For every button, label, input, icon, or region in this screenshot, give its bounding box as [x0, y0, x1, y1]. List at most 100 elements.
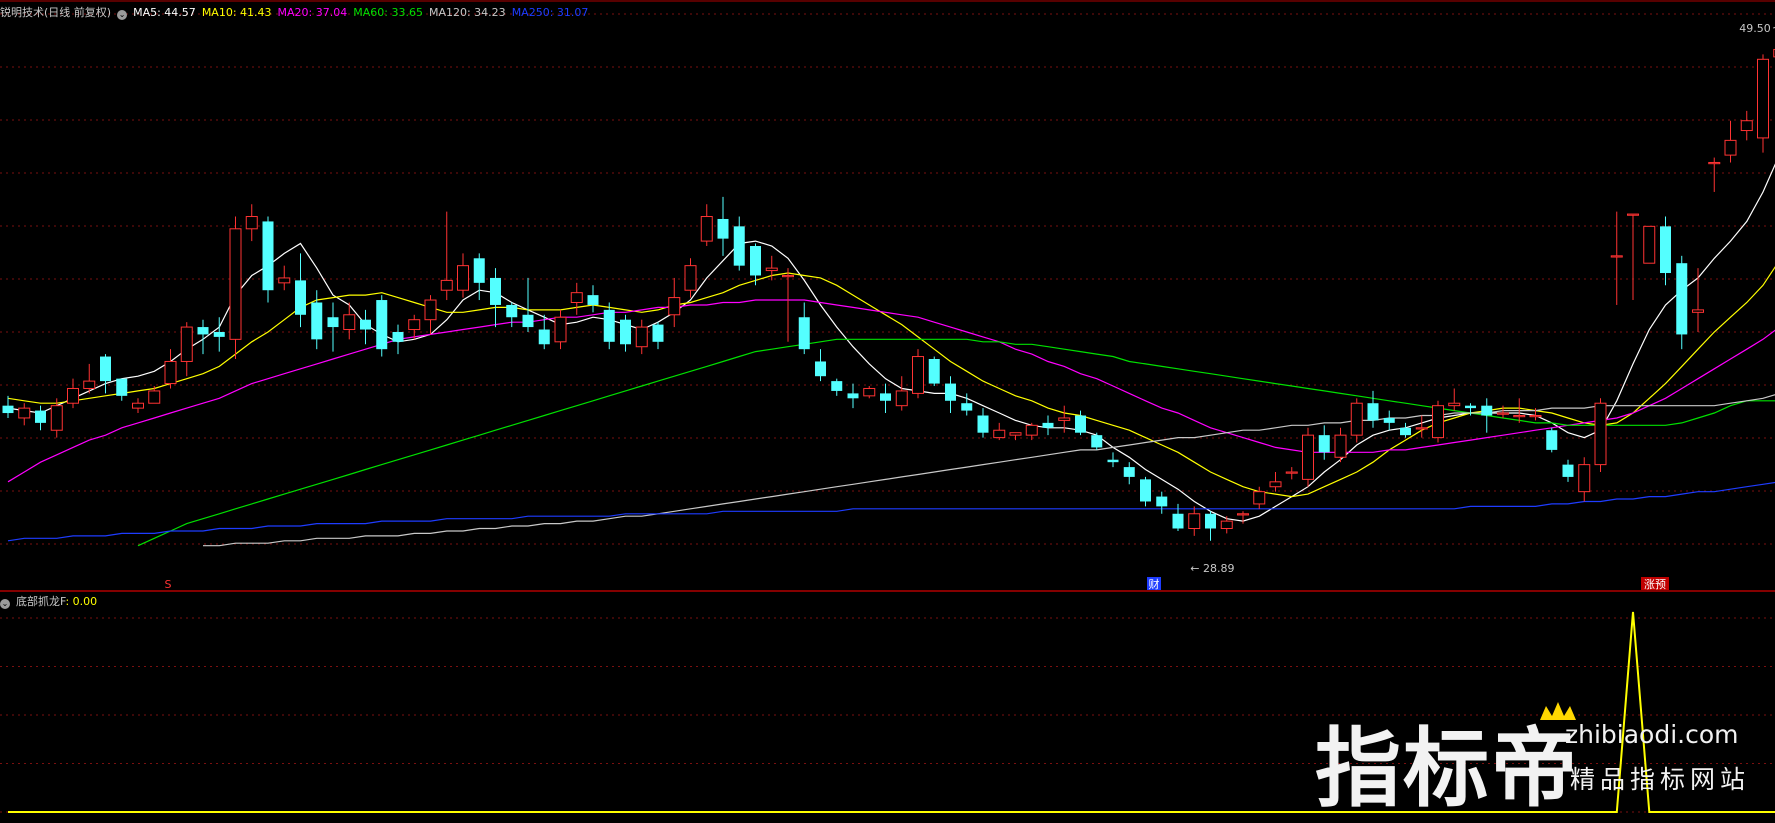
ma5-value: MA5: 44.57	[133, 6, 196, 19]
candle-body	[408, 319, 421, 331]
candle-body	[1285, 471, 1298, 474]
ma10-value: MA10: 41.43	[201, 6, 272, 19]
candle-body	[1367, 403, 1379, 421]
candle-body	[1643, 225, 1656, 264]
candle-body	[1075, 415, 1086, 433]
candle-body	[148, 390, 161, 404]
candle-body	[1107, 459, 1119, 463]
candle-body	[1140, 479, 1151, 502]
candle-body	[262, 221, 274, 291]
ma250-line	[7, 481, 1775, 542]
candle-body	[620, 319, 631, 345]
kline-chart[interactable]: 49.50 ← 28.89 S 财 涨预	[0, 0, 1775, 817]
candle-body	[1740, 120, 1753, 132]
candle-body	[164, 360, 177, 385]
candle-body	[1724, 139, 1737, 156]
candle-body	[652, 324, 664, 342]
candle-body	[132, 402, 144, 409]
candle-body	[1432, 405, 1444, 439]
candle-body	[538, 329, 550, 345]
candle-body	[684, 265, 697, 291]
indicator-header: ⌄ 底部抓龙F: 0.00	[0, 593, 103, 609]
candle-body	[1302, 434, 1314, 480]
candle-body	[245, 216, 258, 230]
candle-body	[1481, 405, 1493, 416]
candle-body	[67, 387, 79, 404]
candle-body	[18, 407, 31, 419]
candle-body	[376, 300, 388, 350]
stock-title: 锐明技术(日线 前复权)	[0, 6, 112, 19]
ma60-line	[137, 338, 1775, 547]
candle-body	[522, 314, 534, 328]
candle-body	[116, 378, 128, 396]
candle-body	[1708, 161, 1721, 165]
signal-s-marker: S	[165, 578, 172, 591]
candle-body	[1594, 402, 1607, 466]
candle-body	[1676, 263, 1688, 335]
candle-body	[1042, 422, 1054, 428]
candle-body	[668, 297, 681, 316]
candle-body	[1415, 427, 1428, 430]
candle-body	[506, 304, 518, 318]
candle-body	[587, 295, 599, 305]
candle-body	[635, 326, 648, 348]
candle-body	[733, 226, 745, 266]
candle-body	[1188, 513, 1201, 529]
candle-body	[311, 302, 323, 340]
candle-body	[1156, 496, 1168, 507]
candle-body	[863, 387, 876, 397]
candle-body	[1513, 415, 1526, 418]
zhang-marker: 涨预	[1644, 578, 1666, 591]
candle-body	[343, 314, 356, 331]
candle-body	[1400, 427, 1411, 436]
watermark-logo: 指标帝	[1315, 719, 1579, 819]
candle-body	[1350, 402, 1363, 436]
candle-body	[1237, 513, 1249, 516]
candle-body	[1009, 432, 1022, 436]
watermark-slogan: 精品指标网站	[1570, 765, 1751, 794]
candle-body	[603, 309, 615, 342]
candle-body	[100, 356, 111, 382]
candle-body	[782, 274, 794, 278]
candle-body	[473, 258, 485, 283]
candle-body	[977, 415, 989, 433]
candle-body	[360, 319, 371, 330]
candle-body	[1562, 464, 1574, 477]
candle-body	[993, 429, 1006, 439]
candle-body	[815, 361, 826, 377]
candle-body	[1383, 417, 1395, 423]
collapse-icon[interactable]: ⌄	[117, 10, 128, 20]
candle-body	[2, 405, 14, 414]
candle-body	[83, 380, 96, 389]
candle-body	[35, 410, 46, 423]
candle-body	[1757, 58, 1769, 139]
candle-body	[912, 356, 924, 394]
candle-body	[50, 405, 63, 431]
candle-body	[180, 326, 193, 362]
ma60-value: MA60: 33.65	[353, 6, 423, 19]
watermark-url: zhibiaodi.com	[1565, 720, 1739, 749]
candle-body	[1578, 464, 1591, 493]
candle-body	[278, 277, 291, 284]
candle-body	[961, 403, 973, 411]
candle-body	[945, 383, 956, 401]
candle-body	[831, 381, 843, 391]
ma20-value: MA20: 37.04	[277, 6, 348, 19]
candle-body	[880, 393, 891, 401]
collapse-icon[interactable]: ⌄	[0, 599, 10, 609]
candle-body	[295, 280, 306, 315]
candle-body	[1334, 434, 1347, 458]
candle-body	[700, 216, 713, 242]
ma5-line	[7, 163, 1775, 522]
candle-body	[197, 327, 209, 335]
candle-body	[895, 390, 908, 407]
candle-body	[1448, 402, 1461, 407]
candle-body	[457, 265, 469, 291]
candle-body	[1660, 226, 1671, 274]
candle-body	[490, 277, 501, 305]
candle-body	[327, 317, 339, 328]
candle-body	[1058, 417, 1071, 421]
candle-body	[1025, 424, 1038, 436]
ma250-value: MA250: 31.07	[511, 6, 589, 19]
indicator-name: 底部抓龙F	[16, 595, 66, 608]
